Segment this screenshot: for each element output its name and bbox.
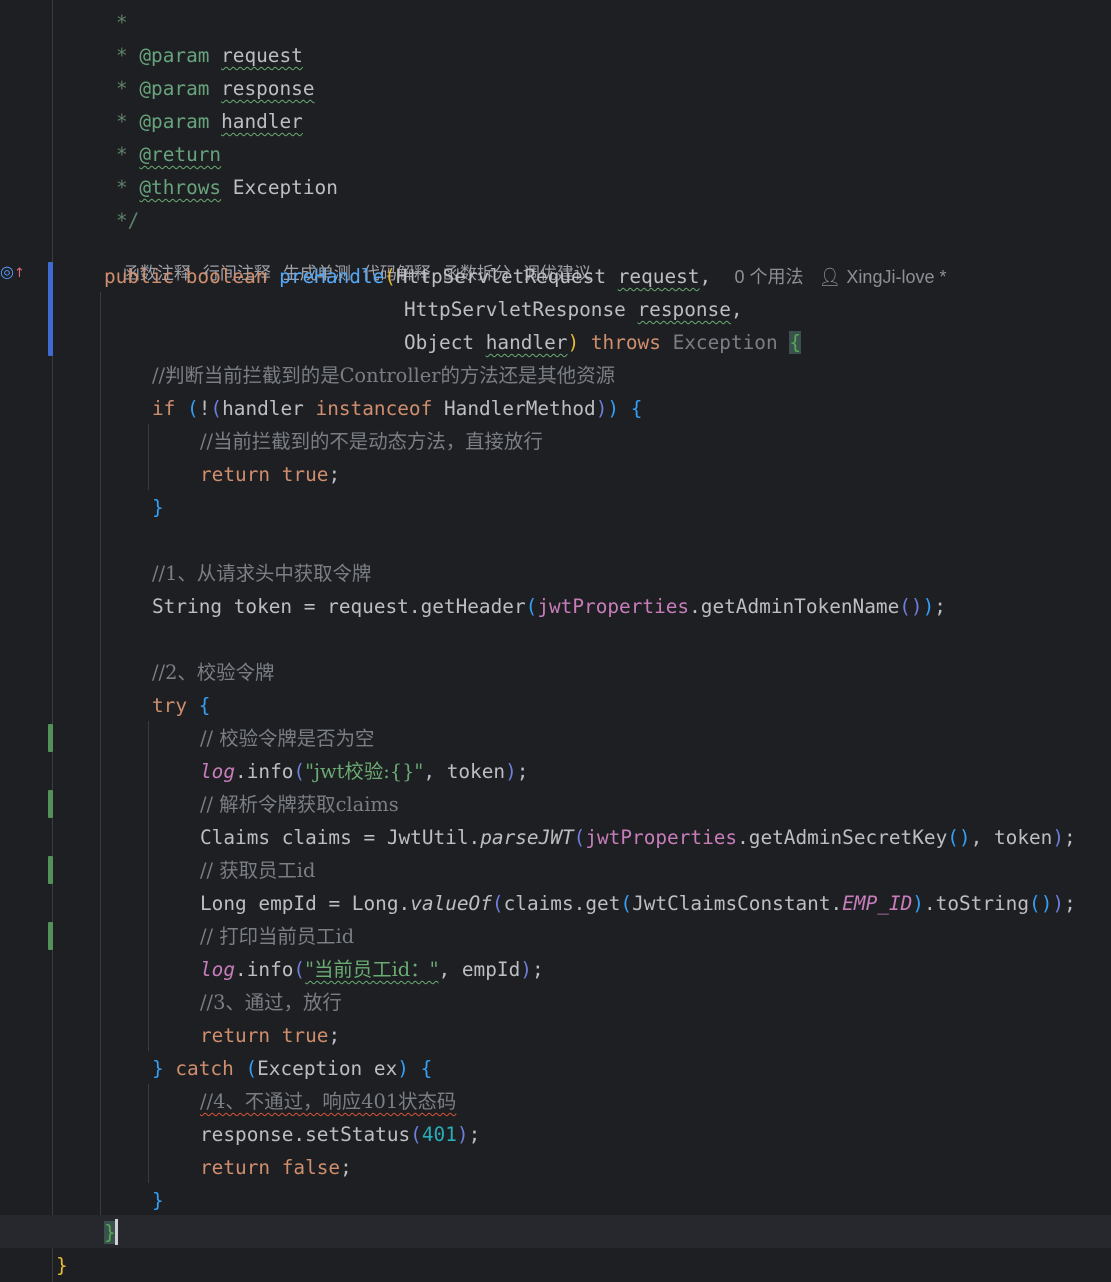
code-line[interactable]: * @throws Exception [116,171,338,204]
code-comment-line[interactable]: // 校验令牌是否为空 [200,722,374,755]
code-line[interactable]: response.setStatus(401); [200,1118,480,1151]
code-line[interactable]: HttpServletResponse response, [404,293,743,326]
user-icon: 👤︎ [818,267,842,287]
code-line[interactable]: try { [152,689,210,722]
code-line[interactable]: * @param response [116,72,315,105]
vcs-added-marker[interactable] [48,790,53,818]
code-line[interactable]: return false; [200,1151,352,1184]
code-comment-line[interactable]: //2、校验令牌 [152,656,274,689]
code-comment-line[interactable]: //1、从请求头中获取令牌 [152,557,371,590]
code-line[interactable]: Object handler) throws Exception { [404,326,802,359]
indent-guide [52,0,53,1282]
code-line[interactable]: String token = request.getHeader(jwtProp… [152,590,946,623]
code-line[interactable]: Claims claims = JwtUtil.parseJWT(jwtProp… [200,821,1076,854]
code-comment-line[interactable]: //3、通过，放行 [200,986,342,1019]
code-line[interactable]: log.info("当前员工id：", empId); [200,953,544,986]
code-line[interactable]: } [56,1249,68,1282]
code-comment-line[interactable]: //判断当前拦截到的是Controller的方法还是其他资源 [152,359,615,392]
code-line[interactable]: * @param handler [116,105,303,138]
code-line[interactable]: if (!(handler instanceof HandlerMethod))… [152,392,642,425]
indent-guide [148,721,149,1051]
code-line[interactable]: } [152,491,164,524]
code-line[interactable]: Long empId = Long.valueOf(claims.get(Jwt… [200,887,1076,920]
author-inlay-hint[interactable]: XingJi-love * [846,267,946,287]
current-line-highlight [0,1215,1111,1248]
vcs-added-marker[interactable] [48,856,53,884]
indent-guide [148,1084,149,1183]
code-editor[interactable]: ◎↑ * * @param request * @param response … [0,0,1111,1282]
code-comment-line[interactable]: // 打印当前员工id [200,920,354,953]
code-line[interactable]: * @return [116,138,221,171]
ai-code-lens-bar: 函数注释 行间注释 生成单测 代码解释 函数拆分 调优建议 [104,232,603,283]
code-comment-line[interactable]: //当前拦截到的不是动态方法，直接放行 [200,425,543,458]
vcs-added-marker[interactable] [48,922,53,950]
text-cursor [115,1219,118,1245]
code-line[interactable]: } [104,1216,116,1249]
override-up-arrow-icon[interactable]: ◎↑ [0,262,25,281]
usages-inlay-hint[interactable]: 0 个用法 [735,267,804,287]
code-comment-line[interactable]: // 获取员工id [200,854,315,887]
code-line[interactable]: log.info("jwt校验:{}", token); [200,755,528,788]
code-comment-line[interactable]: // 解析令牌获取claims [200,788,399,821]
code-line[interactable]: } catch (Exception ex) { [152,1052,432,1085]
vcs-added-marker[interactable] [48,724,53,752]
editor-gutter[interactable] [0,0,52,1282]
code-line[interactable]: return true; [200,458,340,491]
indent-guide [100,292,101,1216]
code-comment-line[interactable]: //4、不通过，响应401状态码 [200,1085,456,1118]
code-line[interactable]: return true; [200,1019,340,1052]
code-line[interactable]: * [116,6,128,39]
code-line[interactable]: public boolean preHandle(HttpServletRequ… [104,260,946,293]
indent-guide [148,424,149,490]
vcs-modified-marker[interactable] [48,262,53,356]
code-line[interactable]: } [152,1184,164,1217]
code-line[interactable]: * @param request [116,39,303,72]
